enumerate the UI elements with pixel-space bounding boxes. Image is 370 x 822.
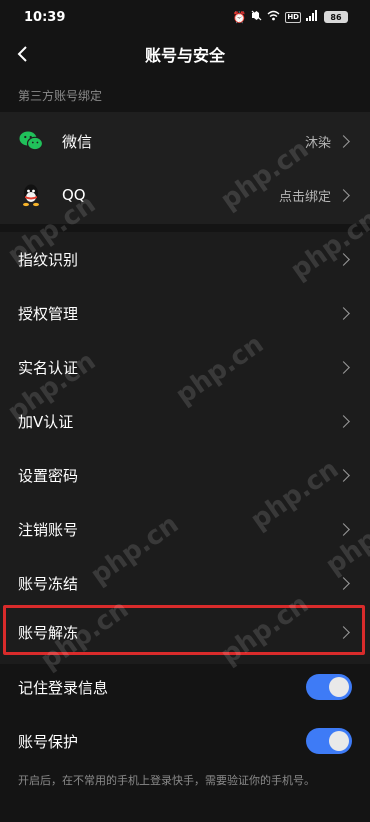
battery-icon: 86 bbox=[324, 11, 348, 23]
page-title: 账号与安全 bbox=[144, 46, 225, 65]
menu-item-authorization[interactable]: 授权管理 bbox=[0, 286, 370, 340]
third-party-label-qq: QQ bbox=[62, 186, 86, 204]
chevron-right-icon bbox=[337, 134, 350, 148]
third-party-value-qq: 点击绑定 bbox=[278, 189, 331, 205]
third-party-label-wechat: 微信 bbox=[62, 132, 93, 151]
chevron-right-icon bbox=[337, 468, 350, 482]
protection-footnote: 开启后，在不常用的手机上登录快手，需要验证你的手机号。 bbox=[18, 774, 315, 787]
chevron-right-icon bbox=[337, 188, 350, 202]
toggle-label: 账号保护 bbox=[18, 732, 79, 751]
menu-item-verification[interactable]: 加V认证 bbox=[0, 394, 370, 448]
chevron-right-icon bbox=[337, 306, 350, 320]
menu-item-fingerprint[interactable]: 指纹识别 bbox=[0, 232, 370, 286]
nav-bar: 账号与安全 bbox=[0, 34, 370, 74]
toggle-knob bbox=[329, 677, 349, 697]
toggle-knob bbox=[329, 731, 349, 751]
third-party-card: 微信 沐染 QQ 点击绑定 bbox=[0, 112, 370, 224]
third-party-row-wechat[interactable]: 微信 沐染 bbox=[0, 114, 370, 168]
toggle-row-account-protection: 账号保护 bbox=[0, 714, 370, 768]
remember-login-toggle[interactable] bbox=[306, 674, 352, 700]
signal-icon bbox=[306, 10, 319, 24]
menu-item-label: 注销账号 bbox=[18, 520, 79, 539]
menu-item-label: 指纹识别 bbox=[18, 250, 79, 269]
menu-item-label: 授权管理 bbox=[18, 304, 79, 323]
menu-item-cancel-account[interactable]: 注销账号 bbox=[0, 502, 370, 556]
chevron-right-icon bbox=[337, 414, 350, 428]
menu-item-label: 账号冻结 bbox=[18, 574, 79, 593]
chevron-right-icon bbox=[337, 252, 350, 266]
toggle-row-remember-login: 记住登录信息 bbox=[0, 660, 370, 714]
hd-icon: HD bbox=[285, 11, 301, 23]
chevron-right-icon bbox=[337, 360, 350, 374]
third-party-row-qq[interactable]: QQ 点击绑定 bbox=[0, 168, 370, 222]
menu-item-label: 实名认证 bbox=[18, 358, 79, 377]
wechat-icon bbox=[18, 128, 44, 154]
toggle-label: 记住登录信息 bbox=[18, 678, 109, 697]
menu-item-label: 设置密码 bbox=[18, 466, 79, 485]
menu-item-real-name[interactable]: 实名认证 bbox=[0, 340, 370, 394]
qq-icon bbox=[18, 182, 44, 208]
menu-item-label: 加V认证 bbox=[18, 412, 74, 431]
highlight-box bbox=[3, 605, 365, 655]
mute-icon bbox=[251, 10, 262, 24]
alarm-icon: ⏰ bbox=[232, 10, 247, 24]
chevron-right-icon bbox=[337, 576, 350, 590]
section-header-third-party: 第三方账号绑定 bbox=[18, 89, 103, 103]
third-party-value-wechat: 沐染 bbox=[304, 135, 331, 151]
status-icons: ⏰ HD 86 bbox=[233, 10, 348, 24]
menu-item-set-password[interactable]: 设置密码 bbox=[0, 448, 370, 502]
status-time: 10:39 bbox=[24, 9, 66, 25]
status-bar: 10:39 ⏰ HD 86 bbox=[0, 0, 370, 34]
account-protection-toggle[interactable] bbox=[306, 728, 352, 754]
wifi-icon bbox=[267, 10, 280, 24]
chevron-right-icon bbox=[337, 522, 350, 536]
menu-item-freeze-account[interactable]: 账号冻结 bbox=[0, 556, 370, 610]
